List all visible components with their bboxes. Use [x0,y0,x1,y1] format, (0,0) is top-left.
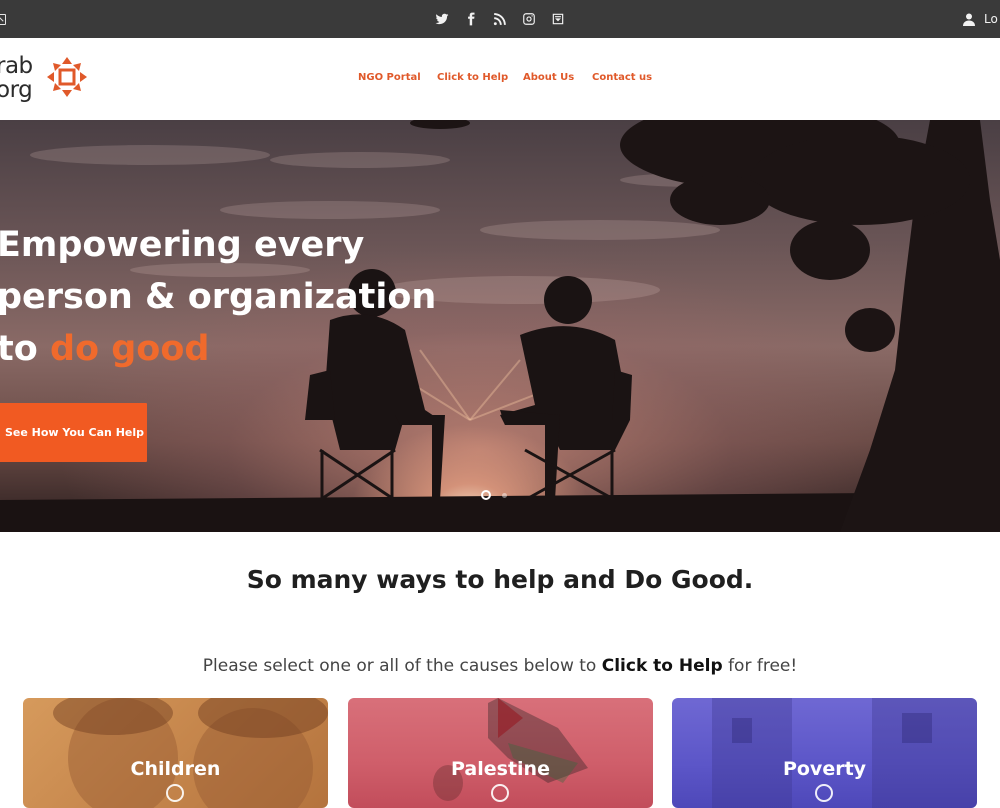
newsletter-icon[interactable] [550,11,566,27]
nav-click-to-help[interactable]: Click to Help [437,72,508,83]
login-link[interactable]: Lo [963,9,998,29]
nav-about-us[interactable]: About Us [523,72,574,83]
select-circle-icon[interactable] [491,784,509,802]
slide-dot-1[interactable] [481,490,491,500]
select-circle-icon[interactable] [815,784,833,802]
select-circle-icon[interactable] [166,784,184,802]
cause-label-poverty: Poverty [782,758,867,780]
hero-headline-accent: do good [49,329,210,369]
external-link-icon[interactable] [0,14,6,25]
cause-card-poverty[interactable]: Poverty [672,698,977,808]
rss-icon[interactable] [492,11,508,27]
hero-headline-line3: to do good [0,323,436,375]
slide-dot-2[interactable] [502,492,507,498]
hero-headline-line1: Empowering every [0,225,365,265]
twitter-icon[interactable] [434,11,450,27]
cause-label-palestine: Palestine [451,758,550,780]
main-nav: NGO Portal Click to Help About Us Contac… [0,72,1000,88]
cause-label-children: Children [130,758,221,780]
hero-headline: Empowering every person & organization t… [0,219,436,375]
hero-slider: Empowering every person & organization t… [0,120,1000,532]
user-icon [963,13,975,26]
section-subtitle-prefix: Please select one or all of the causes b… [202,656,602,676]
section-subtitle-bold: Click to Help [601,656,723,676]
login-label: Lo [984,12,998,26]
section-subtitle: Please select one or all of the causes b… [0,656,1000,676]
see-how-you-can-help-button[interactable]: See How You Can Help [0,403,147,462]
section-title: So many ways to help and Do Good. [246,565,754,594]
top-bar: Lo [0,0,1000,38]
section-subtitle-suffix: for free! [722,656,798,676]
instagram-icon[interactable] [521,11,537,27]
social-links [434,10,566,28]
cause-card-children[interactable]: Children [23,698,328,808]
facebook-icon[interactable] [463,11,479,27]
site-header: rab org NGO Portal Click to Help About U… [0,38,1000,120]
hero-headline-line2: person & organization [0,277,437,317]
slider-pagination [481,490,507,500]
hero-headline-prefix: to [0,329,50,369]
cause-card-palestine[interactable]: Palestine [348,698,653,808]
nav-ngo-portal[interactable]: NGO Portal [358,72,421,83]
nav-contact-us[interactable]: Contact us [592,72,652,83]
